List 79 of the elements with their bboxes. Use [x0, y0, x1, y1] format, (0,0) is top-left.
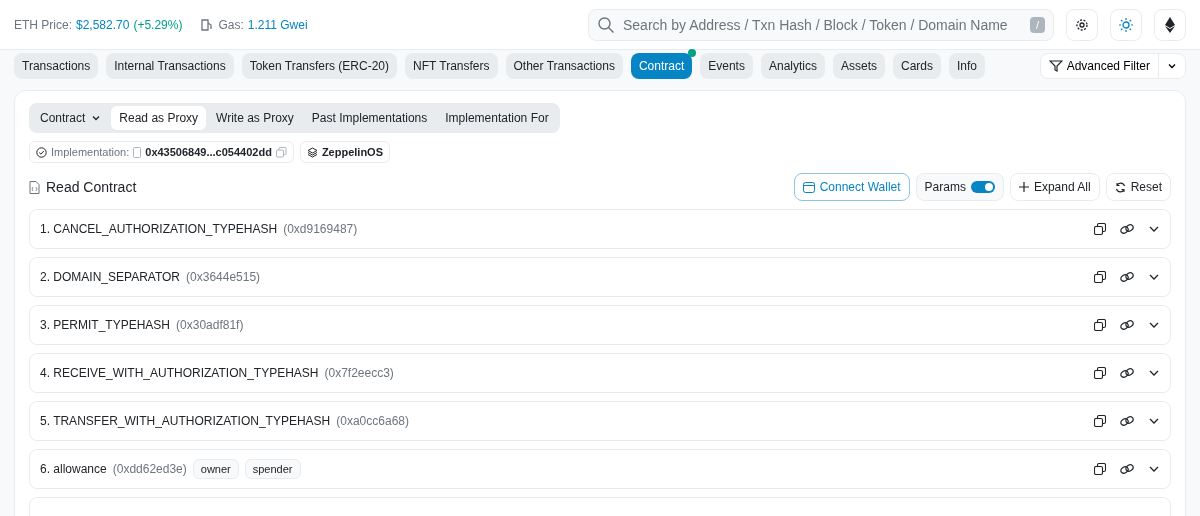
copy-icon[interactable] — [1094, 319, 1106, 331]
function-selector: (0xdd62ed3e) — [112, 462, 187, 476]
expand-all-button[interactable]: Expand All — [1009, 173, 1100, 201]
function-row[interactable]: 2. DOMAIN_SEPARATOR (0x3644e515) — [29, 257, 1171, 297]
search-icon — [597, 15, 615, 34]
network-button[interactable] — [1154, 8, 1186, 41]
link-icon[interactable] — [1120, 463, 1134, 475]
document-icon — [133, 146, 142, 158]
implementation-address[interactable]: 0x43506849...c054402dd — [145, 146, 272, 158]
function-selector: (0x30adf81f) — [176, 318, 244, 332]
function-selector: (0x7f2eecc3) — [324, 366, 394, 380]
function-row[interactable]: 4. RECEIVE_WITH_AUTHORIZATION_TYPEHASH (0x7f2eecc3) — [29, 353, 1171, 393]
sun-icon — [1119, 17, 1133, 32]
eth-price-label: ETH Price: — [14, 17, 72, 32]
function-row[interactable]: 6. allowance (0xdd62ed3e) owner spender — [29, 449, 1171, 489]
function-name: 3. PERMIT_TYPEHASH — [40, 318, 171, 332]
gas-label: Gas: — [218, 17, 244, 32]
tab[interactable]: NFT Transfers — [405, 53, 498, 79]
subtab[interactable]: Contract — [32, 106, 110, 130]
function-name: 6. allowance — [40, 462, 107, 476]
gas-value[interactable]: 1.211 Gwei — [247, 17, 308, 32]
layers-icon — [306, 146, 318, 158]
subtab[interactable]: Implementation For — [437, 106, 557, 130]
tab[interactable]: Assets — [833, 53, 885, 79]
parameter-tag: spender — [244, 459, 301, 479]
tab[interactable]: Info — [949, 53, 986, 79]
copy-icon[interactable] — [1094, 223, 1106, 235]
chevron-down-icon — [1167, 61, 1177, 71]
framework-name: ZeppelinOS — [321, 146, 383, 158]
section-title: Read Contract — [46, 179, 137, 195]
params-toggle-button[interactable]: Params — [915, 173, 1004, 201]
tab[interactable]: Cards — [893, 53, 941, 79]
connect-wallet-button[interactable]: Connect Wallet — [793, 173, 910, 201]
copy-icon[interactable] — [1094, 367, 1106, 379]
link-icon[interactable] — [1120, 223, 1134, 235]
tab[interactable]: Other Transactions — [505, 53, 623, 79]
reset-button[interactable]: Reset — [1105, 173, 1171, 201]
wallet-icon — [802, 181, 815, 193]
tab[interactable]: Events — [700, 53, 753, 79]
settings-button[interactable] — [1066, 8, 1098, 41]
subtab[interactable]: Read as Proxy — [111, 106, 207, 130]
function-selector: (0x3644e515) — [186, 270, 261, 284]
function-row[interactable]: 3. PERMIT_TYPEHASH (0x30adf81f) — [29, 305, 1171, 345]
tab[interactable]: Internal Transactions — [106, 53, 234, 79]
gas-pump-icon — [200, 17, 215, 32]
tab[interactable]: Token Transfers (ERC-20) — [241, 53, 398, 79]
settings-icon — [1075, 17, 1089, 32]
function-row[interactable]: 1. CANCEL_AUTHORIZATION_TYPEHASH (0xd9169487) — [29, 209, 1171, 249]
parameter-tag: owner — [192, 459, 239, 479]
filter-icon — [1048, 60, 1063, 72]
copy-icon[interactable] — [1094, 463, 1106, 475]
function-selector: (0xd9169487) — [283, 222, 358, 236]
eth-price-value[interactable]: $2,582.70 — [76, 17, 130, 32]
code-file-icon — [29, 180, 40, 194]
function-name: 2. DOMAIN_SEPARATOR — [40, 270, 181, 284]
subtab[interactable]: Past Implementations — [303, 106, 436, 130]
plus-icon — [1018, 182, 1029, 192]
copy-icon[interactable] — [1094, 415, 1106, 427]
link-icon[interactable] — [1120, 271, 1134, 283]
tab[interactable]: Transactions — [14, 53, 99, 79]
implementation-label: Implementation: — [51, 146, 130, 158]
subtab[interactable]: Write as Proxy — [208, 106, 302, 130]
ethereum-icon — [1165, 16, 1175, 33]
function-row[interactable]: 5. TRANSFER_WITH_AUTHORIZATION_TYPEHASH (0xa0cc6a68) — [29, 401, 1171, 441]
check-circle-icon — [36, 146, 47, 158]
link-icon[interactable] — [1120, 367, 1134, 379]
function-selector: (0xa0cc6a68) — [336, 414, 409, 428]
shortcut-key: / — [1029, 16, 1045, 33]
link-icon[interactable] — [1120, 319, 1134, 331]
tab[interactable]: Analytics — [760, 53, 825, 79]
function-name: 1. CANCEL_AUTHORIZATION_TYPEHASH — [40, 222, 278, 236]
copy-icon[interactable] — [1094, 271, 1106, 283]
function-name: 4. RECEIVE_WITH_AUTHORIZATION_TYPEHASH — [40, 366, 319, 380]
link-icon[interactable] — [1120, 415, 1134, 427]
refresh-icon — [1114, 181, 1126, 193]
function-name: 5. TRANSFER_WITH_AUTHORIZATION_TYPEHASH — [40, 414, 331, 428]
toggle-switch[interactable] — [970, 181, 995, 193]
eth-price-change: (+5.29%) — [133, 17, 183, 32]
theme-button[interactable] — [1110, 8, 1142, 41]
